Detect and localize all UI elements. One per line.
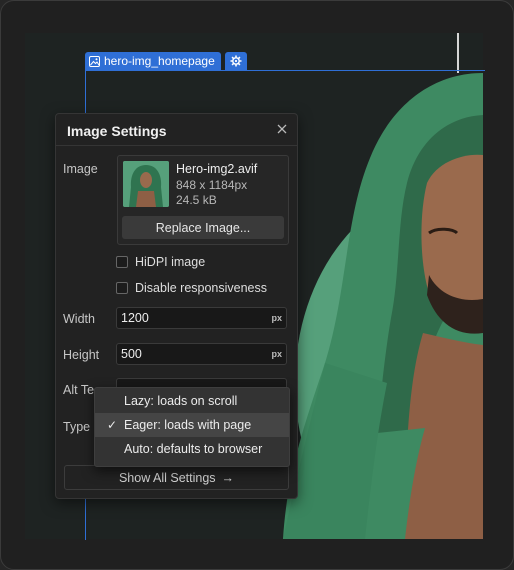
- menu-option-eager-label: Eager: loads with page: [124, 418, 252, 432]
- element-tag[interactable]: hero-img_homepage: [85, 52, 221, 70]
- hidpi-checkbox[interactable]: [116, 256, 128, 268]
- close-icon[interactable]: [275, 122, 289, 136]
- checkmark-icon: ✓: [107, 418, 118, 432]
- disable-responsiveness-checkbox[interactable]: [116, 282, 128, 294]
- height-value: 500: [121, 347, 142, 361]
- image-icon: [89, 55, 100, 67]
- width-unit[interactable]: px: [271, 313, 282, 323]
- selection-outline-top: [85, 70, 485, 71]
- image-thumbnail: [123, 161, 169, 207]
- panel-title: Image Settings: [67, 123, 167, 139]
- height-input[interactable]: 500 px: [116, 343, 287, 365]
- image-filename: Hero-img2.avif: [176, 162, 258, 176]
- image-preview-card: Hero-img2.avif 848 x 1184px 24.5 kB Repl…: [117, 155, 289, 245]
- alt-text-label: Alt Te: [63, 383, 95, 397]
- gear-icon: [230, 55, 242, 67]
- element-settings-button[interactable]: [225, 52, 247, 70]
- menu-option-eager[interactable]: ✓ Eager: loads with page: [95, 413, 289, 437]
- canvas-edge: [457, 33, 459, 73]
- height-unit[interactable]: px: [271, 349, 282, 359]
- width-label: Width: [63, 312, 95, 326]
- type-label: Type: [63, 420, 91, 434]
- show-all-settings-label: Show All Settings: [118, 470, 216, 485]
- hidpi-label: HiDPI image: [135, 255, 206, 269]
- image-dimensions: 848 x 1184px: [176, 178, 248, 192]
- menu-option-auto-label: Auto: defaults to browser: [124, 442, 263, 456]
- width-value: 1200: [121, 311, 149, 325]
- show-all-settings-button[interactable]: Show All Settings →: [64, 465, 289, 490]
- disable-responsiveness-option[interactable]: Disable responsiveness: [116, 281, 267, 295]
- width-input[interactable]: 1200 px: [116, 307, 287, 329]
- image-label: Image: [63, 162, 98, 176]
- arrow-right-icon: →: [221, 470, 235, 485]
- loading-type-menu: Lazy: loads on scroll ✓ Eager: loads wit…: [94, 387, 290, 467]
- menu-option-lazy[interactable]: Lazy: loads on scroll: [95, 389, 289, 413]
- image-filesize: 24.5 kB: [176, 193, 217, 207]
- disable-responsiveness-label: Disable responsiveness: [135, 281, 268, 295]
- menu-option-auto[interactable]: Auto: defaults to browser: [95, 437, 289, 461]
- app-window: hero-img_homepage Image Settings Image H…: [0, 0, 514, 570]
- height-label: Height: [63, 348, 100, 362]
- menu-option-lazy-label: Lazy: loads on scroll: [124, 394, 238, 408]
- replace-image-button[interactable]: Replace Image...: [122, 216, 284, 239]
- panel-divider: [56, 145, 297, 146]
- hidpi-option[interactable]: HiDPI image: [116, 255, 205, 269]
- element-tag-label: hero-img_homepage: [104, 54, 215, 68]
